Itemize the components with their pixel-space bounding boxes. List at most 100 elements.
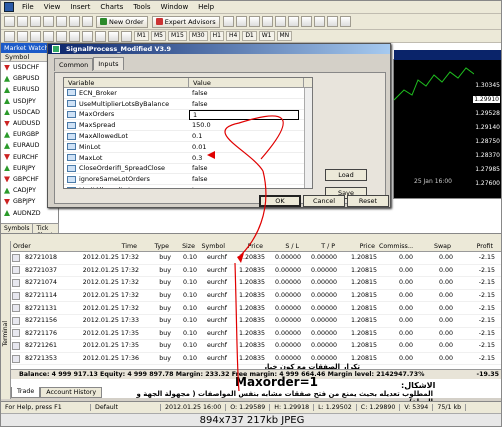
input-value[interactable]: false: [189, 175, 299, 183]
menu-window[interactable]: Window: [156, 3, 194, 11]
trade-row[interactable]: 82721018 2012.01.25 17:32 buy 0.10 eurchf 1.2…: [11, 252, 501, 265]
period-m5[interactable]: M5: [151, 31, 166, 41]
period-m15[interactable]: M15: [168, 31, 187, 41]
zoom-in-icon[interactable]: [261, 16, 273, 27]
value-column-header[interactable]: Value: [189, 78, 304, 87]
input-value[interactable]: 0.3: [189, 154, 299, 162]
col-profit[interactable]: Profit: [453, 241, 495, 251]
line-chart-icon[interactable]: [248, 16, 260, 27]
menu-view[interactable]: View: [39, 3, 66, 11]
templates-icon[interactable]: [339, 16, 351, 27]
col-size[interactable]: Size: [171, 241, 197, 251]
trendline-icon[interactable]: [56, 30, 67, 42]
period-w1[interactable]: W1: [258, 31, 275, 41]
menu-tools[interactable]: Tools: [128, 3, 155, 11]
period-m30[interactable]: M30: [188, 31, 208, 41]
tab-account-history[interactable]: Account History: [40, 387, 103, 398]
variable-column-header[interactable]: Variable: [64, 78, 189, 87]
arrows-icon[interactable]: [121, 30, 132, 42]
symbol-row[interactable]: AUDNZD: [1, 207, 58, 218]
col-tp[interactable]: T / P: [301, 241, 337, 251]
input-value[interactable]: 0.1: [189, 132, 299, 140]
chart-shift-icon[interactable]: [300, 16, 312, 27]
ok-button[interactable]: OK: [259, 195, 301, 207]
grid-scrollbar[interactable]: [304, 88, 312, 188]
load-button[interactable]: Load: [325, 169, 367, 181]
new-order-button[interactable]: New Order: [96, 15, 148, 28]
trade-row[interactable]: 82721261 2012.01.25 17:35 buy 0.10 eurchf 1.2…: [11, 340, 501, 353]
input-value[interactable]: false: [189, 100, 299, 108]
fibonacci-icon[interactable]: [82, 30, 93, 42]
menu-help[interactable]: Help: [193, 3, 219, 11]
input-value[interactable]: 150.0: [189, 121, 299, 129]
menu-charts[interactable]: Charts: [95, 3, 128, 11]
channel-icon[interactable]: [69, 30, 80, 42]
period-h1[interactable]: H1: [209, 31, 224, 41]
navigator-icon[interactable]: [56, 16, 67, 27]
tab-trade[interactable]: Trade: [11, 387, 41, 398]
new-chart-icon[interactable]: [4, 16, 15, 27]
text-icon[interactable]: [95, 30, 106, 42]
input-value[interactable]: 1: [189, 109, 299, 120]
crosshair-icon[interactable]: [17, 30, 28, 42]
periods-icon[interactable]: [326, 16, 338, 27]
label-icon[interactable]: [108, 30, 119, 42]
tab-tick-chart[interactable]: Tick Chart: [33, 224, 59, 239]
input-row[interactable]: MaxAllowedLot 0.1: [64, 131, 312, 142]
period-mn[interactable]: MN: [276, 31, 293, 41]
input-row[interactable]: UseMultiplierLotsByBalance false: [64, 99, 312, 110]
market-watch-icon[interactable]: [30, 16, 41, 27]
trade-row[interactable]: 82721074 2012.01.25 17:32 buy 0.10 eurchf 1.2…: [11, 277, 501, 290]
input-value[interactable]: false: [189, 164, 299, 172]
trade-row[interactable]: 82721156 2012.01.25 17:33 buy 0.10 eurchf 1.2…: [11, 315, 501, 328]
col-sl[interactable]: S / L: [265, 241, 301, 251]
col-current-price[interactable]: Price: [337, 241, 377, 251]
input-value[interactable]: true: [189, 186, 299, 188]
cancel-button[interactable]: Cancel: [303, 195, 345, 207]
terminal-side-tab[interactable]: Terminal: [1, 241, 11, 399]
col-commission[interactable]: Commiss...: [377, 241, 413, 251]
trade-row[interactable]: 82721037 2012.01.25 17:32 buy 0.10 eurchf 1.2…: [11, 265, 501, 278]
col-order[interactable]: Order: [11, 241, 65, 251]
horizontal-line-icon[interactable]: [43, 30, 54, 42]
tab-symbols[interactable]: Symbols: [1, 224, 34, 233]
col-swap[interactable]: Swap: [413, 241, 453, 251]
input-row[interactable]: MaxLot 0.3: [64, 153, 312, 164]
data-window-icon[interactable]: [43, 16, 54, 27]
menu-file[interactable]: File: [17, 3, 39, 11]
tab-inputs[interactable]: Inputs: [93, 57, 124, 70]
input-row[interactable]: CloseOrderifI_SpreadClose false: [64, 164, 312, 175]
input-row[interactable]: MinLot 0.01: [64, 142, 312, 153]
reset-button[interactable]: Reset: [347, 195, 389, 207]
period-h4[interactable]: H4: [225, 31, 241, 41]
col-price[interactable]: Price: [227, 241, 265, 251]
price-chart[interactable]: 1.30345 1.29910 1.29528 1.29140 1.28750 …: [393, 50, 501, 199]
bar-chart-icon[interactable]: [222, 16, 234, 27]
trade-row[interactable]: 82721131 2012.01.25 17:32 buy 0.10 eurchf 1.2…: [11, 302, 501, 315]
zoom-out-icon[interactable]: [274, 16, 286, 27]
input-row[interactable]: LimitAllowedLot true: [64, 185, 312, 188]
terminal-icon[interactable]: [69, 16, 80, 27]
tab-common[interactable]: Common: [54, 58, 94, 71]
app-icon[interactable]: [4, 2, 14, 12]
expert-advisors-button[interactable]: Expert Advisors: [151, 15, 220, 28]
menu-insert[interactable]: Insert: [65, 3, 95, 11]
trade-row[interactable]: 82721176 2012.01.25 17:35 buy 0.10 eurchf 1.2…: [11, 328, 501, 341]
autoscroll-icon[interactable]: [287, 16, 299, 27]
input-value[interactable]: false: [189, 89, 299, 97]
trade-row[interactable]: 82721353 2012.01.25 17:36 buy 0.10 eurchf 1.2…: [11, 353, 501, 366]
input-row[interactable]: ECN_Broker false: [64, 88, 312, 99]
input-row[interactable]: MaxOrders 1: [64, 109, 312, 121]
col-time[interactable]: Time: [65, 241, 139, 251]
cursor-icon[interactable]: [4, 30, 15, 42]
dialog-title-bar[interactable]: SignalProcess_Modified V3.9: [48, 44, 390, 54]
period-m1[interactable]: M1: [134, 31, 149, 41]
candlestick-icon[interactable]: [235, 16, 247, 27]
input-row[interactable]: MaxSpread 150.0: [64, 120, 312, 132]
vertical-line-icon[interactable]: [30, 30, 41, 42]
strategy-tester-icon[interactable]: [82, 16, 93, 27]
col-type[interactable]: Type: [139, 241, 171, 251]
profiles-icon[interactable]: [17, 16, 28, 27]
input-value[interactable]: 0.01: [189, 143, 299, 151]
col-symbol[interactable]: Symbol: [197, 241, 227, 251]
